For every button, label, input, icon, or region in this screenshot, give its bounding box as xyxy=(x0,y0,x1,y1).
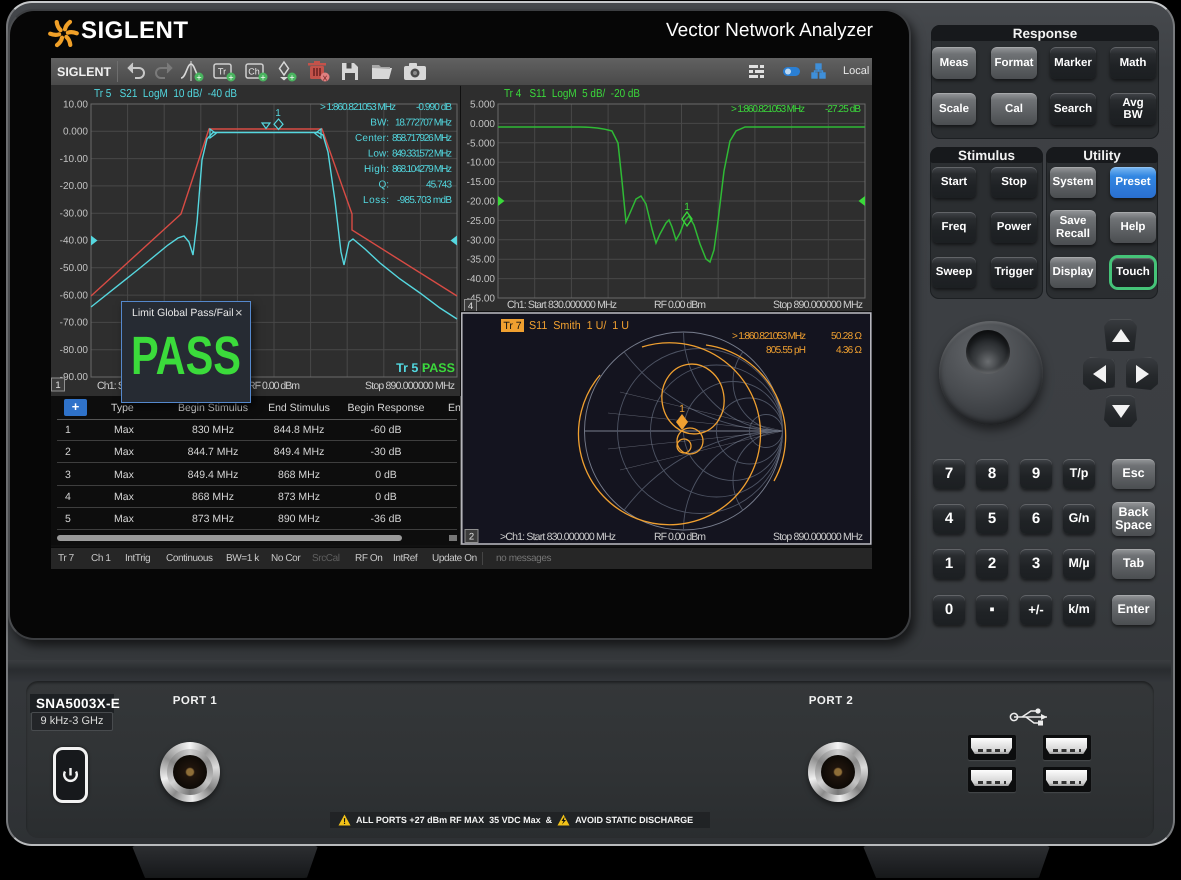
svg-text:-10.00: -10.00 xyxy=(60,154,89,165)
svg-text:-80.00: -80.00 xyxy=(60,345,89,356)
svg-text:-50.00: -50.00 xyxy=(60,263,89,274)
svg-text:-15.00: -15.00 xyxy=(467,177,496,188)
svg-text:-20.00: -20.00 xyxy=(60,181,89,192)
svg-text:BW:: BW: xyxy=(370,118,389,129)
svg-text:High:: High: xyxy=(364,164,389,175)
svg-text:-25.00: -25.00 xyxy=(467,216,496,227)
svg-text:PASS: PASS xyxy=(131,326,241,386)
svg-text:50.28 Ω: 50.28 Ω xyxy=(831,331,863,342)
svg-text:Loss:: Loss: xyxy=(363,195,389,206)
svg-text:-30.00: -30.00 xyxy=(60,208,89,219)
svg-text:1: 1 xyxy=(55,380,60,391)
svg-text:Tr 5 S21 LogM 10 dB/ -40: Tr 5 S21 LogM 10 dB/ -40 dB xyxy=(94,88,237,100)
svg-text:Q:: Q: xyxy=(378,180,389,191)
svg-text:Ch1: Start 830.000000 MHz: Ch1: Start 830.000000 MHz xyxy=(507,299,617,311)
svg-text:2: 2 xyxy=(469,532,474,543)
svg-text:-20.00: -20.00 xyxy=(467,197,496,208)
svg-text:858.717926 MHz: 858.717926 MHz xyxy=(392,133,452,144)
svg-text:RF 0.00 dBm: RF 0.00 dBm xyxy=(654,299,706,311)
svg-text:Stop 890.000000 MHz: Stop 890.000000 MHz xyxy=(773,299,863,311)
svg-text:0.000: 0.000 xyxy=(63,127,88,138)
svg-text:Stop 890.000000 MHz: Stop 890.000000 MHz xyxy=(365,380,455,392)
svg-text:-27.25 dB: -27.25 dB xyxy=(825,104,861,115)
svg-text:PASS: PASS xyxy=(422,361,455,375)
svg-text:+: + xyxy=(196,73,201,83)
svg-text:10.00: 10.00 xyxy=(63,100,88,111)
svg-text:RF 0.00 dBm: RF 0.00 dBm xyxy=(248,380,300,392)
svg-text:18.772707 MHz: 18.772707 MHz xyxy=(395,118,452,129)
svg-text:-70.00: -70.00 xyxy=(60,318,89,329)
svg-text:Low:: Low: xyxy=(368,149,389,160)
svg-text:45.743: 45.743 xyxy=(426,180,452,191)
svg-text:Center:: Center: xyxy=(355,133,389,144)
svg-text:Tr 7: Tr 7 xyxy=(503,320,521,332)
svg-text:-30.00: -30.00 xyxy=(467,235,496,246)
svg-text:> 1:860.821053 MHz: > 1:860.821053 MHz xyxy=(731,104,805,115)
svg-text:S11 Smith 1 U/ 1 U: S11 Smith 1 U/ 1 U xyxy=(529,320,629,332)
svg-text:>Ch1: Start 830.000000 MHz: >Ch1: Start 830.000000 MHz xyxy=(500,531,616,543)
svg-text:> 1:860.821053 MHz: > 1:860.821053 MHz xyxy=(732,331,806,342)
svg-text:RF 0.00 dBm: RF 0.00 dBm xyxy=(654,531,706,543)
svg-text:4.36 Ω: 4.36 Ω xyxy=(836,345,863,356)
svg-text:!: ! xyxy=(343,816,346,826)
svg-text:-0.990 dB: -0.990 dB xyxy=(416,102,452,113)
svg-text:+: + xyxy=(228,73,233,83)
svg-text:868.104279 MHz: 868.104279 MHz xyxy=(392,164,452,175)
svg-text:-5.000: -5.000 xyxy=(467,138,496,149)
svg-text:-10.00: -10.00 xyxy=(467,158,496,169)
svg-text:x: x xyxy=(323,73,328,83)
svg-text:Stop 890.000000 MHz: Stop 890.000000 MHz xyxy=(773,531,863,543)
svg-text:1: 1 xyxy=(275,108,281,119)
svg-text:0.000: 0.000 xyxy=(470,119,495,130)
svg-text:-35.00: -35.00 xyxy=(467,255,496,266)
svg-text:-985.703 mdB: -985.703 mdB xyxy=(397,195,452,206)
svg-text:Tr 4 S11 LogM 5 dB/ -20 d: Tr 4 S11 LogM 5 dB/ -20 dB xyxy=(504,88,640,100)
svg-text:Ch: Ch xyxy=(248,67,260,77)
svg-text:-40.00: -40.00 xyxy=(467,274,496,285)
svg-text:-40.00: -40.00 xyxy=(60,236,89,247)
svg-text:1: 1 xyxy=(679,403,685,415)
svg-text:Tr: Tr xyxy=(218,67,226,77)
svg-text:+: + xyxy=(289,73,294,83)
svg-text:805.55 pH: 805.55 pH xyxy=(766,345,806,356)
svg-text:-60.00: -60.00 xyxy=(60,290,89,301)
svg-text:> 1:860.821053 MHz: > 1:860.821053 MHz xyxy=(320,102,396,113)
svg-text:5.000: 5.000 xyxy=(470,100,495,111)
svg-text:4: 4 xyxy=(468,301,473,311)
svg-text:849.331572 MHz: 849.331572 MHz xyxy=(392,149,452,160)
svg-text:+: + xyxy=(260,73,265,83)
